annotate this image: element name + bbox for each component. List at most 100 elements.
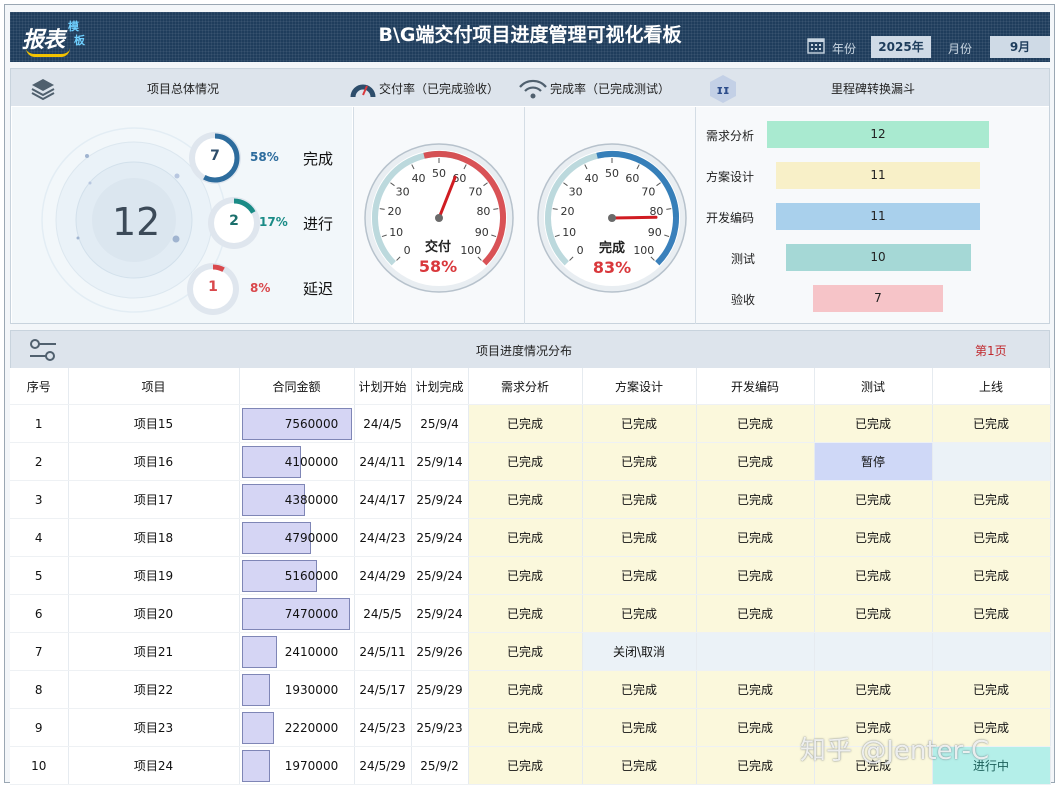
gauge-tick-label: 10 [389, 226, 403, 239]
gauge-hub [608, 214, 616, 222]
stage-status: 已完成 [932, 556, 1051, 595]
table-row[interactable]: 3 项目17 4380000 24/4/17 25/9/24 已完成 已完成 已完成 已完成 已完… [10, 480, 1051, 519]
header-bar: B\G端交付项目进度管理可视化看板 报表 模 板 年份 2025年 月份 9月 [10, 12, 1050, 62]
row-number: 2 [10, 442, 69, 481]
funnel-stage-label: 测试 [731, 252, 756, 266]
gauge-tick-label: 70 [468, 186, 482, 199]
stage-status: 已完成 [582, 442, 697, 481]
table-row[interactable]: 5 项目19 5160000 24/4/29 25/9/24 已完成 已完成 已完成 已完成 已完… [10, 556, 1051, 595]
stage-status: 已完成 [932, 404, 1051, 443]
stage-status: 已完成 [468, 442, 583, 481]
stage-status: 已完成 [814, 480, 933, 519]
stage-status: 已完成 [932, 670, 1051, 709]
month-label: 月份 [948, 42, 973, 56]
logo: 报表 模 板 [22, 18, 92, 58]
column-header[interactable]: 方案设计 [582, 368, 697, 405]
total-count: 12 [112, 200, 161, 244]
stage-status: 已完成 [696, 518, 815, 557]
watermark: 知乎 @Jenter-C [800, 736, 990, 766]
stage-status: 已完成 [468, 708, 583, 747]
stage-status: 已完成 [582, 670, 697, 709]
stage-status: 已完成 [814, 594, 933, 633]
stage-status: 暂停 [814, 442, 933, 481]
funnel-bar: 11 [776, 203, 980, 230]
done-pct: 58% [250, 150, 279, 164]
gauge-tick-label: 20 [388, 205, 402, 218]
delayed-label: 延迟 [303, 280, 334, 298]
funnel-bar: 7 [813, 285, 943, 312]
stage-status: 已完成 [932, 594, 1051, 633]
table-row[interactable]: 8 项目22 1930000 24/5/17 25/9/29 已完成 已完成 已完成 已完成 已完… [10, 670, 1051, 709]
amount-value: 4100000 [284, 454, 339, 469]
funnel-stage-label: 方案设计 [706, 170, 755, 184]
year-select[interactable]: 2025年 [871, 36, 931, 58]
contract-amount: 4380000 [239, 480, 355, 519]
gauge-tick-label: 0 [404, 244, 411, 257]
row-number: 3 [10, 480, 69, 519]
active-pct: 17% [259, 215, 288, 229]
table-row[interactable]: 6 项目20 7470000 24/5/5 25/9/24 已完成 已完成 已完成 已完成 已完成 [10, 594, 1051, 633]
project-name: 项目18 [68, 518, 240, 557]
stage-status: 已完成 [696, 556, 815, 595]
contract-amount: 7560000 [239, 404, 355, 443]
active-label: 进行 [303, 215, 334, 233]
stage-status: 已完成 [582, 746, 697, 785]
calendar-icon [807, 38, 825, 54]
column-header[interactable]: 测试 [814, 368, 933, 405]
year-label: 年份 [832, 42, 857, 56]
project-name: 项目15 [68, 404, 240, 443]
stage-status: 已完成 [696, 746, 815, 785]
column-header[interactable]: 项目 [68, 368, 240, 405]
plan-start: 24/5/5 [354, 594, 412, 633]
contract-amount: 2410000 [239, 632, 355, 671]
project-name: 项目16 [68, 442, 240, 481]
funnel-bar: 11 [776, 162, 980, 189]
completion-gauge-label: 完成 [598, 241, 625, 256]
column-header[interactable]: 上线 [932, 368, 1051, 405]
plan-end: 25/9/24 [411, 518, 469, 557]
gauge-tick-label: 20 [561, 205, 575, 218]
stage-status: 已完成 [696, 708, 815, 747]
column-header[interactable]: 计划完成 [411, 368, 469, 405]
column-header[interactable]: 序号 [10, 368, 69, 405]
done-count: 7 [210, 148, 220, 164]
gauge-tick-label: 40 [585, 172, 599, 185]
funnel-icon: ɪɪ [710, 75, 736, 103]
stage-status: 已完成 [696, 594, 815, 633]
plan-end: 25/9/29 [411, 670, 469, 709]
active-count: 2 [229, 213, 239, 229]
amount-value: 4790000 [284, 530, 339, 545]
row-number: 1 [10, 404, 69, 443]
table-row[interactable]: 1 项目15 7560000 24/4/5 25/9/4 已完成 已完成 已完成 已完成 已完成 [10, 404, 1051, 443]
column-header[interactable]: 需求分析 [468, 368, 583, 405]
contract-amount: 1970000 [239, 746, 355, 785]
page-indicator[interactable]: 第1页 [975, 342, 1007, 359]
delivery-rate-title: 交付率（已完成验收） [379, 82, 500, 96]
column-header[interactable]: 开发编码 [696, 368, 815, 405]
amount-value: 5160000 [284, 568, 339, 583]
stage-status: 已完成 [696, 670, 815, 709]
delayed-pct: 8% [250, 281, 271, 295]
stage-status: 已完成 [468, 632, 583, 671]
column-header[interactable]: 计划开始 [354, 368, 412, 405]
column-header[interactable]: 合同金额 [239, 368, 355, 405]
signal-icon [519, 79, 547, 99]
stage-status: 已完成 [468, 404, 583, 443]
table-row[interactable]: 4 项目18 4790000 24/4/23 25/9/24 已完成 已完成 已完成 已完成 已完… [10, 518, 1051, 557]
plan-end: 25/9/2 [411, 746, 469, 785]
funnel-stage-label: 验收 [731, 293, 756, 307]
gauge-tick-label: 30 [396, 186, 410, 199]
table-row[interactable]: 7 项目21 2410000 24/5/11 25/9/26 已完成 关闭\取消 [10, 632, 1051, 671]
project-name: 项目20 [68, 594, 240, 633]
row-number: 5 [10, 556, 69, 595]
stage-status: 已完成 [932, 518, 1051, 557]
stage-status: 已完成 [582, 708, 697, 747]
project-name: 项目17 [68, 480, 240, 519]
gauge-tick-label: 40 [412, 172, 426, 185]
amount-value: 7470000 [284, 606, 339, 621]
overview-title: 项目总体情况 [147, 82, 220, 96]
amount-value: 2220000 [284, 720, 339, 735]
plan-start: 24/5/11 [354, 632, 412, 671]
month-select[interactable]: 9月 [990, 36, 1050, 58]
table-row[interactable]: 2 项目16 4100000 24/4/11 25/9/14 已完成 已完成 已完成 暂停 [10, 442, 1051, 481]
